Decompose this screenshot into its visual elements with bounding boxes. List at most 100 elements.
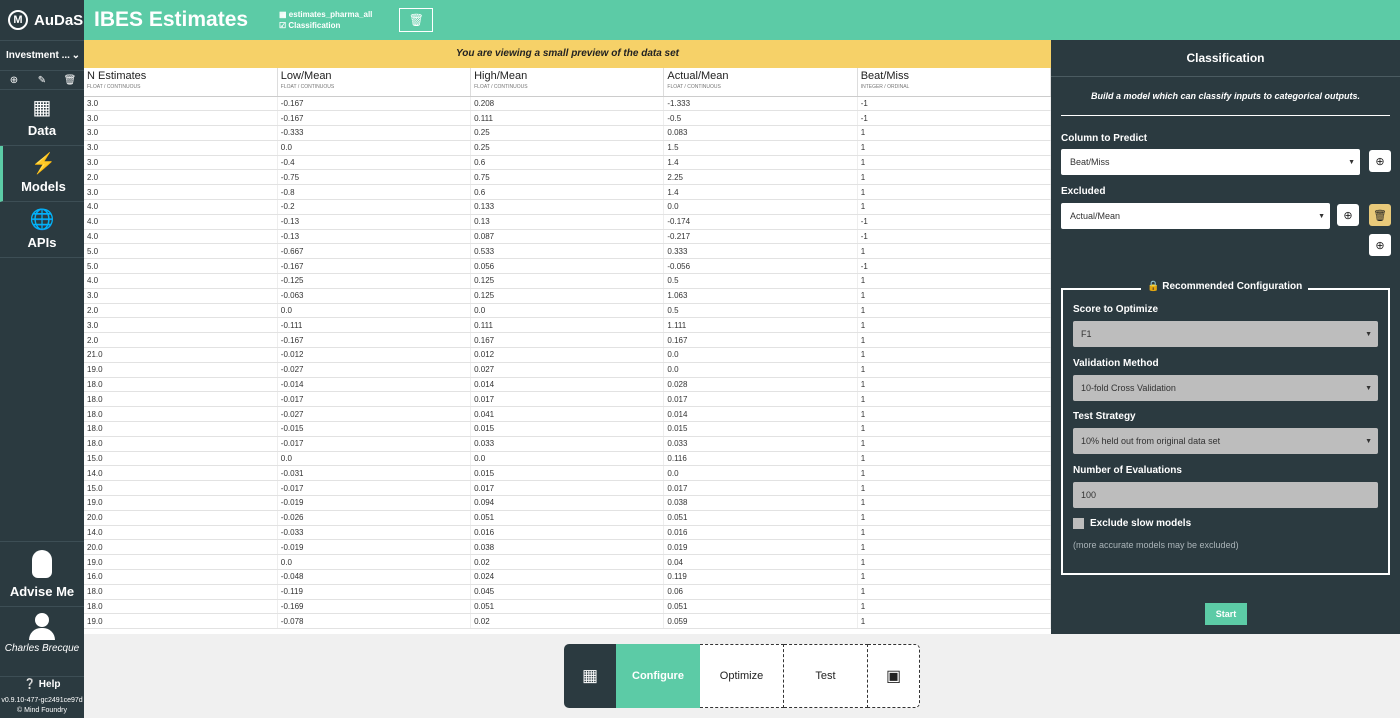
lightning-icon: ⚡ bbox=[31, 153, 56, 175]
step-optimize[interactable]: Optimize bbox=[700, 644, 784, 708]
edit-project-icon[interactable]: ✎ bbox=[28, 71, 56, 89]
target-button[interactable]: ⊕ bbox=[1369, 150, 1391, 172]
step-configure[interactable]: Configure bbox=[616, 644, 700, 708]
table-cell: 0.208 bbox=[470, 96, 665, 112]
table-cell: 1 bbox=[857, 377, 1051, 393]
delete-button[interactable]: 🗑 bbox=[399, 8, 434, 32]
table-cell: 1 bbox=[857, 480, 1051, 497]
table-cell: 14.0 bbox=[84, 465, 278, 482]
evaluations-input[interactable]: 100 bbox=[1073, 482, 1378, 508]
table-cell: 0.017 bbox=[663, 480, 858, 497]
column-header[interactable]: Beat/Miss INTEGER / ORDINAL bbox=[857, 68, 1051, 97]
column-header-name: Actual/Mean bbox=[667, 70, 729, 82]
help-link[interactable]: ❔ Help bbox=[0, 676, 84, 692]
panel-description: Build a model which can classify inputs … bbox=[1090, 91, 1361, 101]
table-row: 18.0 -0.119 0.045 0.06 1 bbox=[84, 584, 1051, 600]
mind-foundry-logo-icon: M bbox=[8, 10, 28, 30]
table-cell: 0.25 bbox=[470, 125, 665, 141]
bar-chart-icon: ▦ bbox=[32, 97, 52, 119]
table-row: 3.0 -0.167 0.111 -0.5 -1 bbox=[84, 110, 1051, 127]
workflow-deploy-step[interactable]: ▣ bbox=[868, 644, 920, 708]
column-header-name: N Estimates bbox=[87, 70, 147, 82]
table-cell: -0.167 bbox=[277, 96, 472, 112]
user-profile[interactable]: Charles Brecque bbox=[0, 606, 84, 670]
table-cell: 20.0 bbox=[84, 510, 278, 526]
table-cell: 0.015 bbox=[663, 421, 858, 437]
table-cell: 3.0 bbox=[84, 155, 278, 171]
table-cell: 4.0 bbox=[84, 199, 278, 215]
globe-icon: 🌐 bbox=[29, 209, 55, 231]
table-row: 15.0 -0.017 0.017 0.017 1 bbox=[84, 480, 1051, 497]
column-header[interactable]: Low/Mean FLOAT / CONTINUOUS bbox=[277, 68, 472, 97]
table-cell: 15.0 bbox=[84, 451, 278, 467]
table-cell: 1.063 bbox=[663, 288, 858, 304]
table-cell: 0.083 bbox=[663, 125, 858, 141]
table-cell: 18.0 bbox=[84, 377, 278, 393]
column-header[interactable]: Actual/Mean FLOAT / CONTINUOUS bbox=[663, 68, 858, 97]
table-row: 15.0 0.0 0.0 0.116 1 bbox=[84, 451, 1051, 467]
exclude-slow-label: Exclude slow models bbox=[1090, 518, 1192, 529]
step-test[interactable]: Test bbox=[784, 644, 868, 708]
validation-select[interactable]: 10-fold Cross Validation ▼ bbox=[1073, 375, 1378, 401]
table-cell: 0.051 bbox=[663, 599, 858, 615]
add-project-icon[interactable]: ⊕ bbox=[0, 71, 28, 89]
nav-data[interactable]: ▦ Data bbox=[0, 90, 84, 146]
dataset-name-row[interactable]: ▦ estimates_pharma_all bbox=[279, 9, 372, 20]
column-header-type: FLOAT / CONTINUOUS bbox=[87, 84, 141, 90]
exclude-slow-row: Exclude slow models bbox=[1073, 518, 1191, 529]
table-row: 18.0 -0.017 0.033 0.033 1 bbox=[84, 436, 1051, 452]
excluded-value: Actual/Mean bbox=[1070, 211, 1121, 221]
table-cell: 1 bbox=[857, 243, 1051, 260]
table-cell: -0.017 bbox=[277, 436, 472, 452]
table-cell: 0.0 bbox=[277, 554, 472, 570]
table-cell: 0.014 bbox=[470, 377, 665, 393]
excluded-target-button[interactable]: ⊕ bbox=[1337, 204, 1359, 226]
table-row: 18.0 -0.014 0.014 0.028 1 bbox=[84, 377, 1051, 393]
table-cell: 0.0 bbox=[663, 362, 858, 378]
table-cell: -0.333 bbox=[277, 125, 472, 141]
lock-icon: 🔒 bbox=[1147, 281, 1160, 292]
column-header-type: FLOAT / CONTINUOUS bbox=[667, 84, 721, 90]
column-header[interactable]: N Estimates FLOAT / CONTINUOUS bbox=[84, 68, 278, 97]
nav-apis[interactable]: 🌐 APIs bbox=[0, 202, 84, 258]
table-row: 19.0 -0.019 0.094 0.038 1 bbox=[84, 495, 1051, 511]
table-row: 3.0 -0.111 0.111 1.111 1 bbox=[84, 317, 1051, 334]
start-button[interactable]: Start bbox=[1205, 603, 1247, 625]
dataset-meta: ▦ estimates_pharma_all ☑ Classification bbox=[279, 9, 372, 31]
table-cell: -1.333 bbox=[663, 96, 858, 112]
exclude-slow-checkbox[interactable] bbox=[1073, 518, 1084, 529]
table-row: 14.0 -0.033 0.016 0.016 1 bbox=[84, 525, 1051, 541]
nav-models[interactable]: ⚡ Models bbox=[0, 146, 84, 202]
excluded-select[interactable]: Actual/Mean ▼ bbox=[1061, 203, 1330, 229]
table-cell: 0.015 bbox=[470, 465, 665, 482]
column-header[interactable]: High/Mean FLOAT / CONTINUOUS bbox=[470, 68, 665, 97]
table-cell: -0.078 bbox=[277, 613, 472, 630]
score-select[interactable]: F1 ▼ bbox=[1073, 321, 1378, 347]
table-cell: 1 bbox=[857, 391, 1051, 408]
remove-excluded-button[interactable]: 🗑 bbox=[1369, 204, 1391, 226]
caret-down-icon: ▼ bbox=[1365, 330, 1372, 338]
table-cell: -1 bbox=[857, 214, 1051, 230]
advise-me-label: Advise Me bbox=[9, 584, 75, 599]
workflow-data-step[interactable]: ▦ bbox=[564, 644, 616, 708]
delete-project-icon[interactable]: 🗑 bbox=[56, 71, 84, 89]
app-logo[interactable]: M AuDaS bbox=[0, 0, 84, 40]
column-to-predict-select[interactable]: Beat/Miss ▼ bbox=[1061, 149, 1360, 175]
advise-me-button[interactable]: Advise Me bbox=[0, 541, 84, 603]
table-cell: 0.0 bbox=[277, 451, 472, 467]
table-row: 19.0 -0.078 0.02 0.059 1 bbox=[84, 613, 1051, 630]
table-cell: 1 bbox=[857, 273, 1051, 289]
table-cell: 0.167 bbox=[663, 332, 858, 349]
test-strategy-select[interactable]: 10% held out from original data set ▼ bbox=[1073, 428, 1378, 454]
table-cell: 1 bbox=[857, 362, 1051, 378]
project-selector[interactable]: Investment ... ⌄ bbox=[0, 40, 84, 70]
dataset-icon: ▦ bbox=[279, 10, 287, 19]
table-cell: 5.0 bbox=[84, 258, 278, 275]
table-cell: 4.0 bbox=[84, 273, 278, 289]
table-cell: 0.333 bbox=[663, 243, 858, 260]
add-excluded-button[interactable]: ⊕ bbox=[1369, 234, 1391, 256]
caret-down-icon: ▼ bbox=[1318, 212, 1325, 220]
table-cell: 1 bbox=[857, 288, 1051, 304]
validation-label: Validation Method bbox=[1073, 358, 1159, 369]
evaluations-label: Number of Evaluations bbox=[1073, 465, 1182, 476]
